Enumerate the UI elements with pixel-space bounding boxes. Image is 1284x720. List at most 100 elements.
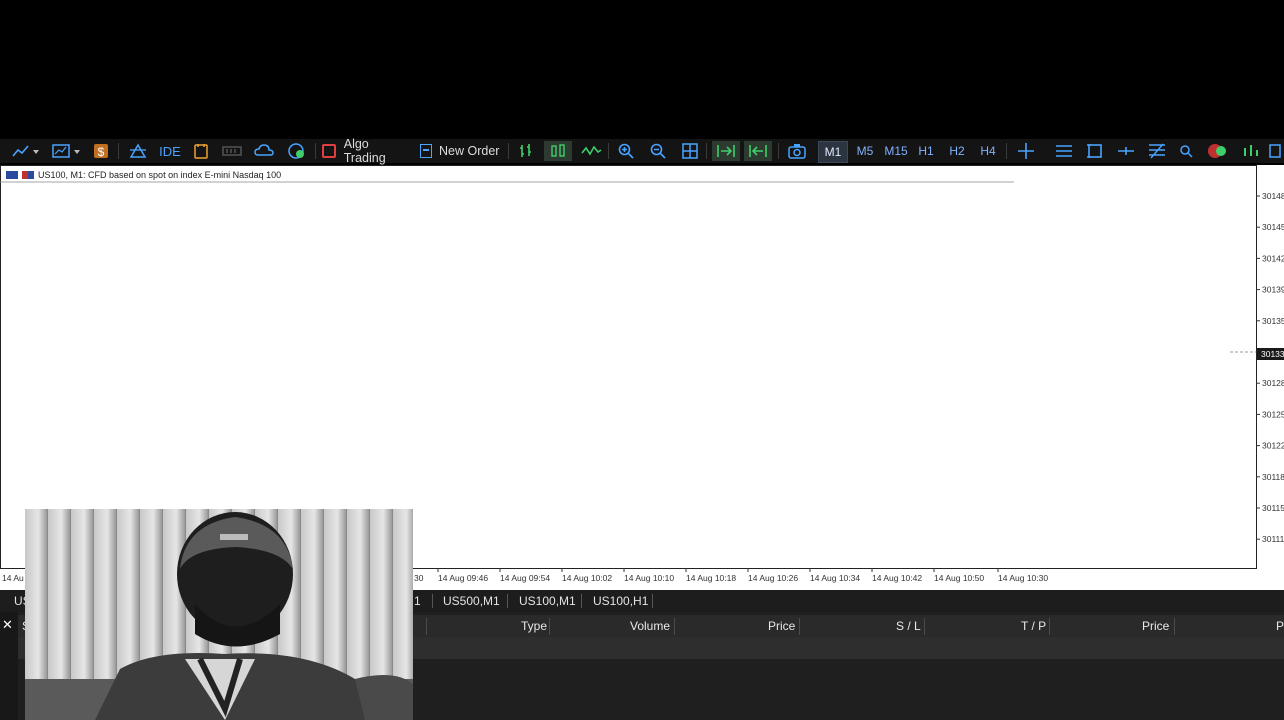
main-toolbar: $ IDE Algo Trading New Order M1 M5 M15 H… xyxy=(0,137,1284,165)
window-blind-slat xyxy=(324,509,346,684)
fibo-icon[interactable] xyxy=(1145,141,1169,161)
time-label: 14 Aug 10:30 xyxy=(998,573,1048,583)
toolbar-separator xyxy=(706,143,707,159)
indicator-icon[interactable] xyxy=(126,141,150,161)
chart-type-icon[interactable] xyxy=(10,141,42,161)
column-divider xyxy=(924,618,925,635)
column-header-sl[interactable]: S / L xyxy=(896,619,921,633)
price-label: 30118 xyxy=(1262,472,1284,482)
folder-icon[interactable] xyxy=(190,141,212,161)
algo-trading-icon xyxy=(322,144,336,158)
column-divider xyxy=(674,618,675,635)
timeframe-m5[interactable]: M5 xyxy=(852,141,878,161)
toolbar-separator xyxy=(1006,143,1007,159)
ide-icon[interactable]: IDE xyxy=(156,141,184,161)
timeframe-m1[interactable]: M1 xyxy=(818,141,848,163)
window-blind-slat xyxy=(25,509,47,684)
tab-separator xyxy=(507,594,508,608)
time-label: 14 Aug 10:18 xyxy=(686,573,736,583)
expand-icon[interactable] xyxy=(1266,141,1284,161)
column-header-tp[interactable]: T / P xyxy=(1021,619,1046,633)
timeframe-label: H2 xyxy=(949,144,965,158)
tab-separator xyxy=(652,594,653,608)
column-header-price[interactable]: Price xyxy=(768,619,795,633)
price-label: 30142 xyxy=(1262,253,1284,263)
timeframe-h2[interactable]: H2 xyxy=(945,141,969,161)
signal-icon[interactable] xyxy=(220,141,244,161)
equidistant-icon[interactable] xyxy=(1052,141,1076,161)
price-label: 30128 xyxy=(1262,378,1284,388)
time-label: 14 Aug 10:26 xyxy=(748,573,798,583)
chart-title-bar: US100, M1: CFD based on spot on index E-… xyxy=(6,170,281,180)
symbol-tab-us500-m1[interactable]: US500,M1 xyxy=(443,593,500,609)
algo-trading-button[interactable]: Algo Trading xyxy=(322,137,412,165)
timeframe-h4[interactable]: H4 xyxy=(976,141,1000,161)
new-order-button[interactable]: New Order xyxy=(420,141,502,161)
autoscroll-icon[interactable] xyxy=(712,141,740,161)
toolbar-separator xyxy=(608,143,609,159)
bars-icon[interactable] xyxy=(514,141,538,161)
level-icon[interactable] xyxy=(1240,141,1262,161)
current-price-label: 30133 xyxy=(1261,349,1284,359)
symbol-tab-us100-h1[interactable]: US100,H1 xyxy=(593,593,648,609)
window-blind-slat xyxy=(370,509,392,684)
time-label: 14 Aug 09:54 xyxy=(500,573,550,583)
chart-flag-icon xyxy=(22,171,34,179)
toolbar-separator xyxy=(508,143,509,159)
column-header-type[interactable]: Type xyxy=(521,619,547,633)
time-label: 14 Aug 10:42 xyxy=(872,573,922,583)
window-blind-slat xyxy=(117,509,139,684)
symbol-tab-label: US100,H1 xyxy=(593,594,649,608)
webcam-image xyxy=(25,509,413,720)
toolbar-separator xyxy=(118,143,119,159)
chart-window-icon[interactable] xyxy=(50,141,84,161)
candles-icon[interactable] xyxy=(544,141,572,161)
column-divider xyxy=(799,618,800,635)
column-header-volume[interactable]: Volume xyxy=(630,619,670,633)
close-icon: ✕ xyxy=(2,617,13,632)
rectangle-icon[interactable] xyxy=(1083,141,1107,161)
screenshot-icon[interactable] xyxy=(784,141,810,161)
hline-icon[interactable] xyxy=(1114,141,1138,161)
time-label: 14 Aug 10:34 xyxy=(810,573,860,583)
window-blind-slat xyxy=(71,509,93,684)
ide-label: IDE xyxy=(159,143,181,159)
close-panel-button[interactable]: ✕ xyxy=(2,617,13,633)
timeframe-h1[interactable]: H1 xyxy=(914,141,938,161)
window-blind-slat xyxy=(301,509,323,684)
avatar-icon[interactable] xyxy=(1204,141,1230,161)
price-label: 30139 xyxy=(1262,285,1284,295)
column-divider xyxy=(1049,618,1050,635)
timeframe-label: M15 xyxy=(884,144,908,158)
window-blind-slat xyxy=(393,509,413,684)
crosshair-icon[interactable] xyxy=(1014,141,1038,161)
tab-separator xyxy=(432,594,433,608)
symbol-tab[interactable]: 1 xyxy=(414,593,421,609)
window-blind-slat xyxy=(48,509,70,684)
timeframe-m15[interactable]: M15 xyxy=(882,141,910,161)
price-label: 30148 xyxy=(1262,191,1284,201)
dollar-icon[interactable]: $ xyxy=(90,141,112,161)
zoom-out-icon[interactable] xyxy=(646,141,670,161)
column-header-current-price[interactable]: Price xyxy=(1142,619,1169,633)
price-label: 30115 xyxy=(1262,503,1284,513)
symbol-tab-label: US500,M1 xyxy=(443,594,500,608)
toolbar-separator xyxy=(778,143,779,159)
toolbar-separator xyxy=(315,143,316,159)
window-blind-slat xyxy=(94,509,116,684)
timeframe-label: H4 xyxy=(980,144,996,158)
search-icon[interactable] xyxy=(1176,141,1196,161)
cloud-icon[interactable] xyxy=(252,141,276,161)
zoom-in-icon[interactable] xyxy=(614,141,638,161)
timeframe-label: M1 xyxy=(824,145,842,159)
line-icon[interactable] xyxy=(578,141,604,161)
symbol-tab-us100-m1[interactable]: US100,M1 xyxy=(519,593,576,609)
shift-icon[interactable] xyxy=(744,141,772,161)
column-divider xyxy=(549,618,550,635)
vps-icon[interactable] xyxy=(284,141,308,161)
price-label: 30145 xyxy=(1262,222,1284,232)
symbol-tab-label: 1 xyxy=(414,594,421,608)
column-header-profit[interactable]: P xyxy=(1276,619,1284,633)
chart-title: US100, M1: CFD based on spot on index E-… xyxy=(38,170,282,180)
grid-icon[interactable] xyxy=(678,141,702,161)
